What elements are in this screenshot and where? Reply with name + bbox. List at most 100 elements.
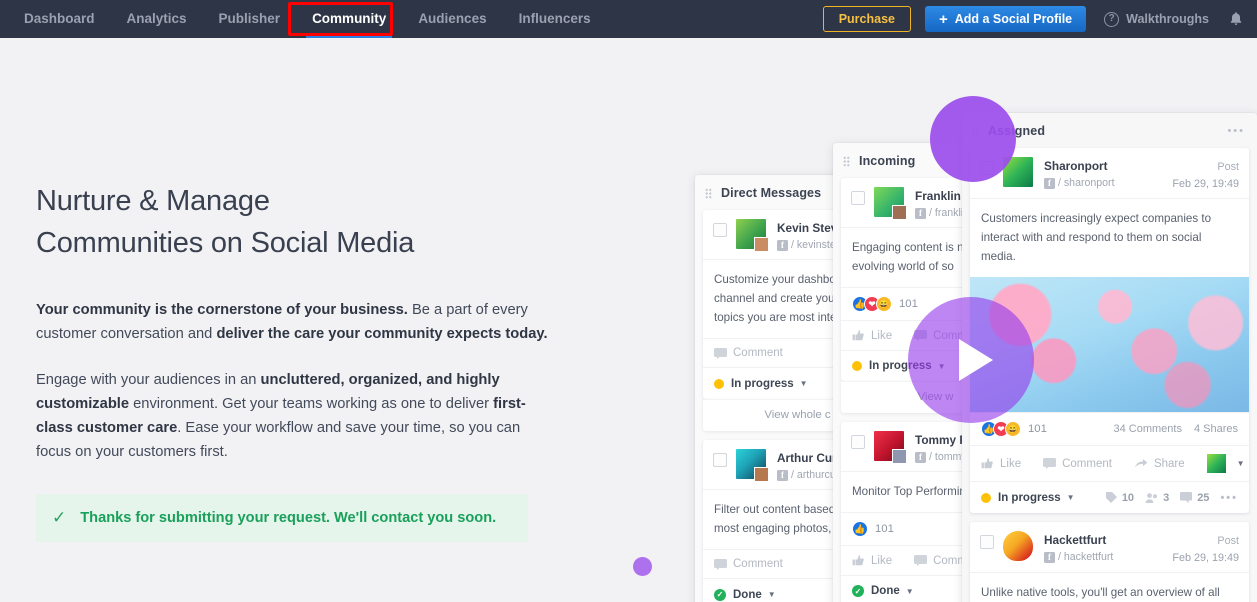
post-card[interactable]: Hackettfurt f / hackettfurt Post Feb 29,…	[970, 522, 1249, 602]
post-body: Unlike native tools, you'll get an overv…	[970, 572, 1249, 602]
reaction-count: 101	[1028, 423, 1047, 435]
play-triangle	[959, 339, 993, 381]
post-checkbox[interactable]	[713, 223, 727, 237]
nav-tab-dashboard[interactable]: Dashboard	[8, 0, 111, 38]
status-counters: 10 3 25 •••	[1105, 491, 1238, 504]
author-handle-row: f / hackettfurt	[1044, 551, 1113, 563]
drag-handle-icon[interactable]	[705, 187, 712, 199]
main-nav-tabs: Dashboard Analytics Publisher Community …	[0, 0, 607, 38]
haha-reaction-icon: 😄	[876, 296, 892, 312]
author-handle-row: f / sharonport	[1044, 177, 1115, 189]
avatar	[874, 431, 907, 464]
haha-reaction-icon: 😄	[1005, 421, 1021, 437]
comment-action[interactable]: Comment	[714, 347, 783, 359]
chevron-down-icon[interactable]: ▼	[906, 587, 914, 596]
chevron-down-icon[interactable]: ▼	[768, 590, 776, 599]
comment-action[interactable]: Comment	[714, 558, 783, 570]
like-action[interactable]: Like	[981, 457, 1021, 470]
reaction-icons: 👍 ❤ 😄	[852, 296, 892, 312]
notes-counter[interactable]: 25	[1180, 491, 1209, 504]
status-label: In progress	[731, 377, 794, 390]
comment-icon	[714, 558, 727, 570]
shares-count: 4 Shares	[1193, 423, 1238, 435]
avatar-badge	[892, 205, 907, 220]
author-handle: / hackettfurt	[1058, 551, 1114, 563]
assignee-avatar-menu[interactable]: ▼	[1206, 454, 1245, 473]
post-author: Hackettfurt f / hackettfurt	[1044, 531, 1113, 563]
success-alert-text: Thanks for submitting your request. We'l…	[80, 509, 497, 526]
avatar	[1206, 454, 1226, 473]
hero-content: Nurture & Manage Communities on Social M…	[36, 180, 556, 542]
nav-tab-analytics[interactable]: Analytics	[111, 0, 203, 38]
nav-tab-community[interactable]: Community	[296, 0, 402, 38]
nav-tab-publisher[interactable]: Publisher	[203, 0, 297, 38]
help-icon: ?	[1104, 11, 1120, 27]
drag-handle-icon[interactable]	[843, 155, 850, 167]
post-kind: Post	[1217, 535, 1239, 547]
comment-label: Comment	[1062, 457, 1112, 470]
like-action[interactable]: Like	[852, 554, 892, 567]
reaction-icons: 👍	[852, 521, 868, 537]
nav-tab-influencers[interactable]: Influencers	[503, 0, 607, 38]
thumbs-up-icon	[852, 555, 864, 566]
facebook-icon: f	[777, 239, 788, 251]
post-checkbox[interactable]	[851, 435, 865, 449]
notification-bell-icon[interactable]	[1229, 11, 1243, 27]
status-label: In progress	[998, 491, 1061, 504]
tag-counter[interactable]: 10	[1105, 491, 1134, 504]
top-navigation-bar: Dashboard Analytics Publisher Community …	[0, 0, 1257, 38]
share-action[interactable]: Share	[1134, 458, 1185, 470]
decorative-circle-large	[930, 96, 1016, 182]
walkthroughs-link[interactable]: ? Walkthroughs	[1104, 11, 1209, 27]
decorative-circle-small	[633, 557, 652, 576]
hero-p2-mid: environment. Get your teams working as o…	[129, 396, 494, 412]
more-options-icon[interactable]: •••	[1227, 125, 1245, 137]
author-name: Hackettfurt	[1044, 533, 1107, 547]
more-options-icon[interactable]: •••	[1220, 492, 1238, 504]
status-dot-in-progress	[981, 492, 991, 503]
reaction-count: 101	[899, 298, 918, 310]
reaction-count: 101	[875, 523, 894, 535]
facebook-icon: f	[1044, 177, 1055, 189]
post-checkbox[interactable]	[713, 453, 727, 467]
page-title: Nurture & Manage Communities on Social M…	[36, 180, 556, 264]
post-checkbox[interactable]	[851, 191, 865, 205]
add-social-profile-button[interactable]: + Add a Social Profile	[924, 6, 1087, 32]
author-handle: / sharonport	[1058, 177, 1115, 189]
comment-label: Comment	[733, 347, 783, 359]
like-reaction-icon: 👍	[852, 521, 868, 537]
chevron-down-icon[interactable]: ▼	[800, 379, 808, 388]
walkthroughs-label: Walkthroughs	[1126, 12, 1209, 26]
assignee-counter[interactable]: 3	[1145, 492, 1169, 504]
add-social-profile-label: Add a Social Profile	[954, 12, 1073, 26]
chevron-down-icon[interactable]: ▼	[1237, 459, 1245, 468]
like-action[interactable]: Like	[852, 329, 892, 342]
tag-icon	[1105, 492, 1117, 503]
notes-icon	[1180, 491, 1193, 503]
like-label: Like	[871, 329, 893, 342]
page-title-line1: Nurture & Manage	[36, 185, 270, 217]
play-button-icon[interactable]	[908, 297, 1034, 423]
facebook-icon: f	[777, 469, 788, 481]
post-status-row[interactable]: In progress ▼ 10 3 25 •••	[970, 481, 1249, 513]
post-actions: Like Comment Share ▼	[970, 445, 1249, 481]
like-label: Like	[871, 554, 893, 567]
plus-icon: +	[938, 10, 948, 28]
nav-tab-audiences[interactable]: Audiences	[402, 0, 502, 38]
product-screenshot-composition: Direct Messages Kevin Stevens f / kevins…	[600, 38, 1257, 602]
column-title-direct-messages: Direct Messages	[721, 186, 822, 200]
column-title-incoming: Incoming	[859, 154, 916, 168]
status-label: Done	[733, 588, 762, 601]
chevron-down-icon[interactable]: ▼	[1067, 493, 1075, 502]
success-alert: ✓ Thanks for submitting your request. We…	[36, 494, 528, 542]
post-reactions: 👍 ❤ 😄 101 34 Comments 4 Shares	[970, 412, 1249, 445]
post-checkbox[interactable]	[980, 535, 994, 549]
comment-action[interactable]: Comment	[1043, 458, 1112, 470]
post-meta: Post Feb 29, 19:49	[1164, 157, 1239, 190]
post-stats: 34 Comments 4 Shares	[1113, 423, 1238, 435]
avatar	[736, 449, 769, 482]
comment-icon	[1043, 458, 1057, 469]
purchase-button[interactable]: Purchase	[822, 6, 911, 32]
share-arrow-icon	[1134, 459, 1148, 468]
author-name: Sharonport	[1044, 159, 1108, 173]
